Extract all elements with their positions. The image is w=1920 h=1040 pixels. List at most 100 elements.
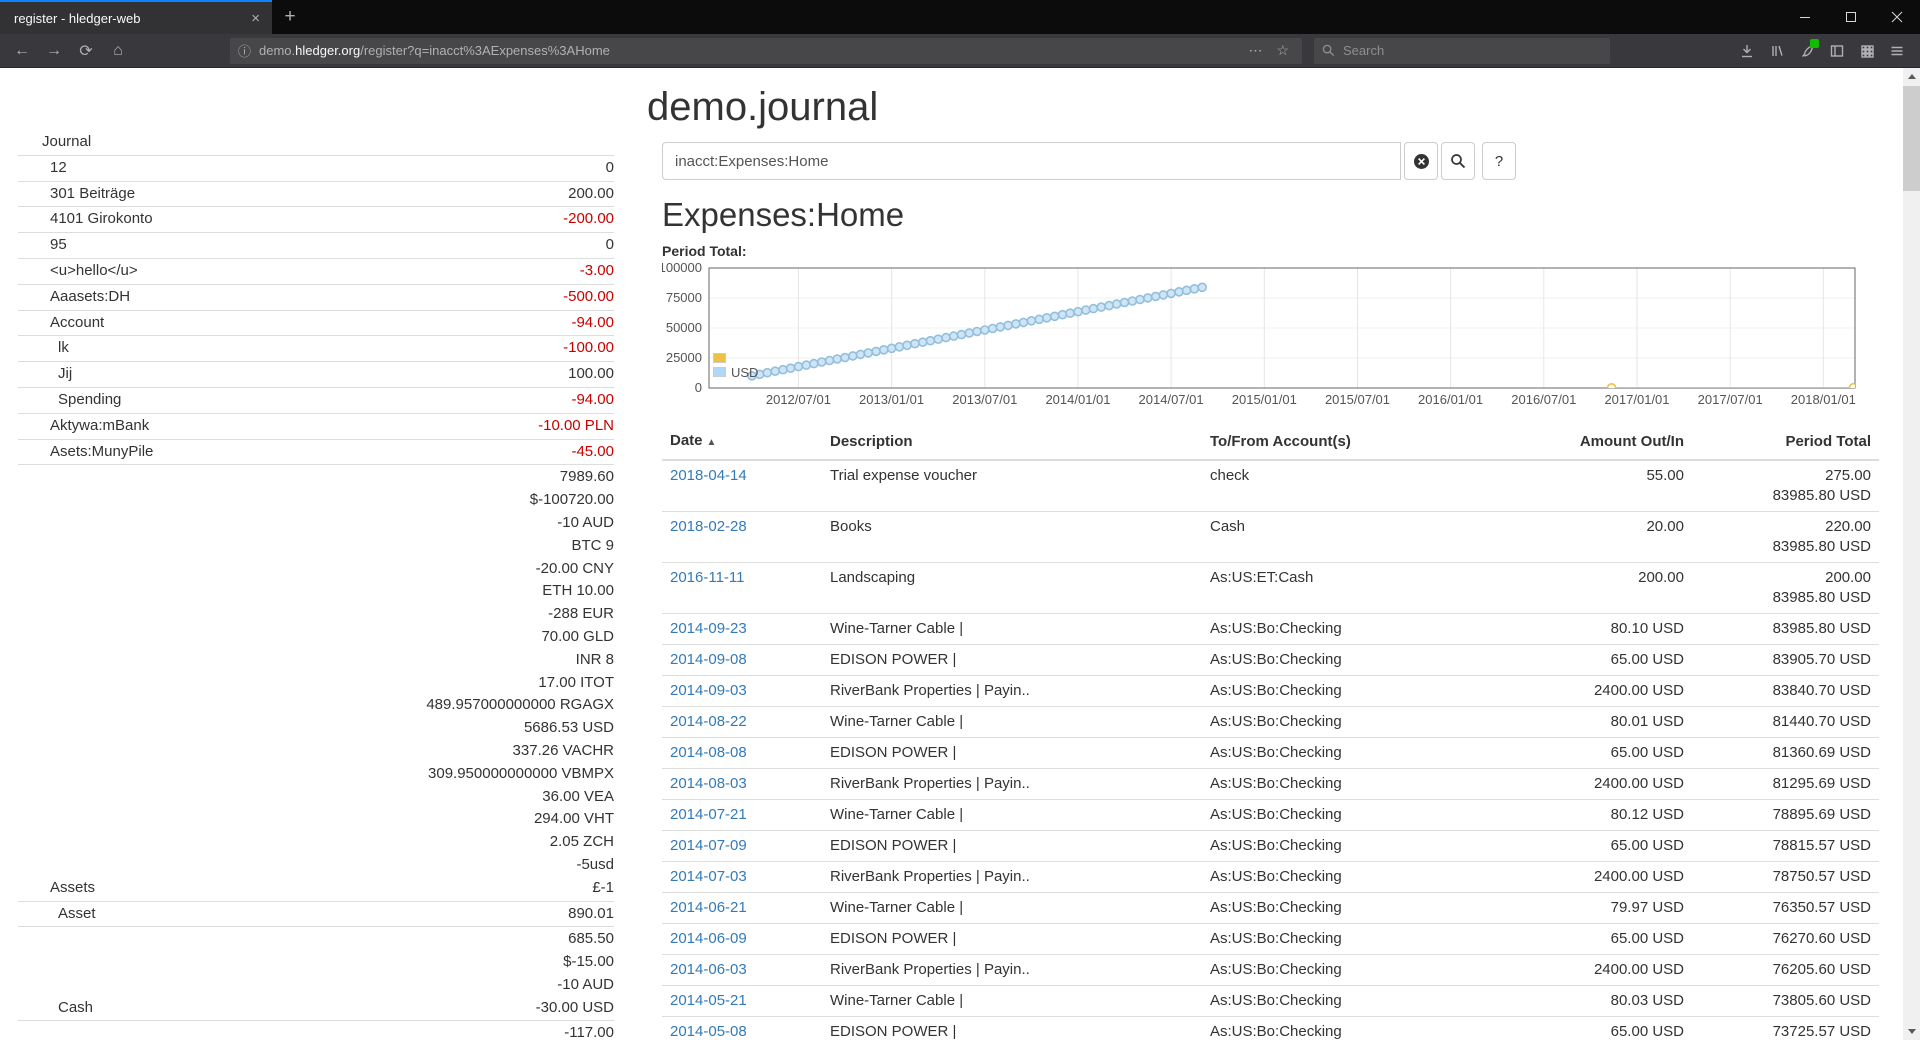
url-bar[interactable]: ⓘ demo.hledger.org/register?q=inacct%3AE… (230, 38, 1302, 64)
transaction-date-link[interactable]: 2014-07-21 (670, 806, 747, 823)
transaction-date-cell: 2014-09-23 (662, 614, 822, 645)
transaction-date-link[interactable]: 2014-08-22 (670, 713, 747, 730)
transaction-date-link[interactable]: 2014-05-08 (670, 1023, 747, 1040)
legend-label: USD (731, 365, 758, 380)
sidebar-account-link[interactable]: Aktywa:mBank (18, 415, 149, 438)
period-total-line: 200.00 (1700, 568, 1871, 588)
transaction-account: As:US:Bo:Checking (1202, 1017, 1502, 1040)
page-actions-icon[interactable]: ⋯ (1241, 42, 1269, 59)
help-button[interactable]: ? (1482, 142, 1516, 180)
tab-close-icon[interactable]: × (247, 10, 264, 27)
sidebar-account-link[interactable]: 4101 Girokonto (18, 208, 153, 231)
transaction-description: EDISON POWER | (822, 831, 1202, 862)
browser-search-field[interactable]: Search (1314, 38, 1610, 64)
period-total-line: 220.00 (1700, 517, 1871, 537)
apps-grid-icon[interactable] (1852, 37, 1882, 65)
reload-button[interactable]: ⟳ (70, 37, 102, 65)
search-button[interactable] (1441, 142, 1475, 180)
balance-amount: 0 (606, 234, 614, 257)
transaction-description: EDISON POWER | (822, 738, 1202, 769)
svg-text:2016/01/01: 2016/01/01 (1418, 392, 1483, 407)
period-total-cell: 81360.69 USD (1692, 738, 1879, 769)
transaction-date-link[interactable]: 2014-07-03 (670, 868, 747, 885)
bookmark-star-icon[interactable]: ☆ (1269, 42, 1296, 59)
period-total-cell: 275.0083985.80 USD (1692, 460, 1879, 512)
transaction-account: As:US:Bo:Checking (1202, 955, 1502, 986)
sidebar-account-link[interactable]: Asets:MunyPile (18, 441, 153, 464)
magnifier-icon (1450, 153, 1466, 169)
svg-text:75000: 75000 (666, 290, 702, 305)
balance-amount: 685.50 (536, 928, 614, 951)
balance-amount: -117.00 (564, 1022, 614, 1040)
sidebar-account-row: 120 (18, 156, 614, 182)
page-scrollbar[interactable] (1903, 68, 1920, 1040)
sidebar-account-link[interactable]: 95 (18, 234, 67, 257)
period-total-chart: 02500050000750001000002012/07/012013/01/… (662, 263, 1880, 409)
sidebar-account-link[interactable]: Account (18, 312, 104, 335)
scroll-down-arrow[interactable] (1903, 1023, 1920, 1040)
column-header-date[interactable]: Date▲ (662, 427, 822, 460)
column-header-description: Description (822, 427, 1202, 460)
sidebar-account-row: Jij100.00 (18, 362, 614, 388)
downloads-icon[interactable] (1732, 37, 1762, 65)
scroll-up-arrow[interactable] (1903, 68, 1920, 85)
transaction-date-link[interactable]: 2014-05-21 (670, 992, 747, 1009)
period-total-cell: 200.0083985.80 USD (1692, 563, 1879, 614)
sidebar-account-row: lk-100.00 (18, 336, 614, 362)
query-input[interactable] (662, 142, 1401, 180)
transaction-date-cell: 2014-06-09 (662, 924, 822, 955)
url-domain: hledger.org (295, 43, 360, 58)
sidebar-account-link[interactable]: Jij (18, 363, 72, 386)
window-maximize-button[interactable] (1828, 0, 1874, 34)
sidebar-account-link[interactable]: Asset (18, 903, 96, 926)
transaction-date-cell: 2014-08-22 (662, 707, 822, 738)
sidebar-account-link[interactable]: Assets (18, 877, 95, 900)
balance-amount: 7989.60 (426, 466, 614, 489)
home-button[interactable]: ⌂ (102, 37, 134, 65)
period-total-line: 83840.70 USD (1700, 681, 1871, 701)
browser-tab[interactable]: register - hledger-web × (0, 0, 272, 34)
transaction-date-link[interactable]: 2014-09-23 (670, 620, 747, 637)
transaction-date-link[interactable]: 2016-11-11 (670, 569, 745, 586)
scrollbar-thumb[interactable] (1903, 86, 1920, 191)
clear-query-button[interactable] (1404, 142, 1438, 180)
sidebar-account-link[interactable]: <u>hello</u> (18, 260, 138, 283)
transaction-account: As:US:ET:Cash (1202, 563, 1502, 614)
transaction-date-link[interactable]: 2014-06-09 (670, 930, 747, 947)
transaction-date-link[interactable]: 2014-07-09 (670, 837, 747, 854)
journal-link[interactable]: Journal (18, 131, 91, 154)
transaction-date-link[interactable]: 2018-02-28 (670, 518, 747, 535)
sidebar-account-link[interactable]: Cash (18, 997, 93, 1020)
balance-amount: -3.00 (580, 260, 614, 283)
sidebar-account-link[interactable]: Spending (18, 389, 121, 412)
library-icon[interactable] (1762, 37, 1792, 65)
sidebar-account-link[interactable]: lk (18, 337, 69, 360)
transaction-date-link[interactable]: 2014-08-08 (670, 744, 747, 761)
balance-amount: 2.05 ZCH (426, 831, 614, 854)
transaction-date-link[interactable]: 2014-06-03 (670, 961, 747, 978)
transaction-account: As:US:Bo:Checking (1202, 893, 1502, 924)
register-row: 2014-09-08EDISON POWER |As:US:Bo:Checkin… (662, 645, 1879, 676)
sidebar-journal-row[interactable]: Journal (18, 130, 614, 156)
transaction-date-link[interactable]: 2014-09-03 (670, 682, 747, 699)
window-close-button[interactable] (1874, 0, 1920, 34)
transaction-date-link[interactable]: 2014-08-03 (670, 775, 747, 792)
account-balance: -94.00 (571, 312, 614, 335)
svg-text:2015/07/01: 2015/07/01 (1325, 392, 1390, 407)
forward-button[interactable]: → (38, 37, 70, 65)
site-info-icon[interactable]: ⓘ (238, 41, 251, 60)
sidebar-account-link[interactable]: 12 (18, 157, 67, 180)
legend-entry (713, 351, 758, 365)
sidebar-account-link[interactable]: Aaasets:DH (18, 286, 130, 309)
sidebars-icon[interactable] (1822, 37, 1852, 65)
extension-quill-icon[interactable] (1792, 37, 1822, 65)
window-minimize-button[interactable] (1782, 0, 1828, 34)
transaction-account: As:US:Bo:Checking (1202, 800, 1502, 831)
menu-hamburger-icon[interactable] (1882, 37, 1912, 65)
sidebar-account-link[interactable]: 301 Beiträge (18, 183, 135, 206)
transaction-date-link[interactable]: 2018-04-14 (670, 467, 747, 484)
new-tab-button[interactable]: + (272, 0, 308, 34)
transaction-date-link[interactable]: 2014-06-21 (670, 899, 747, 916)
transaction-date-link[interactable]: 2014-09-08 (670, 651, 747, 668)
back-button[interactable]: ← (6, 37, 38, 65)
